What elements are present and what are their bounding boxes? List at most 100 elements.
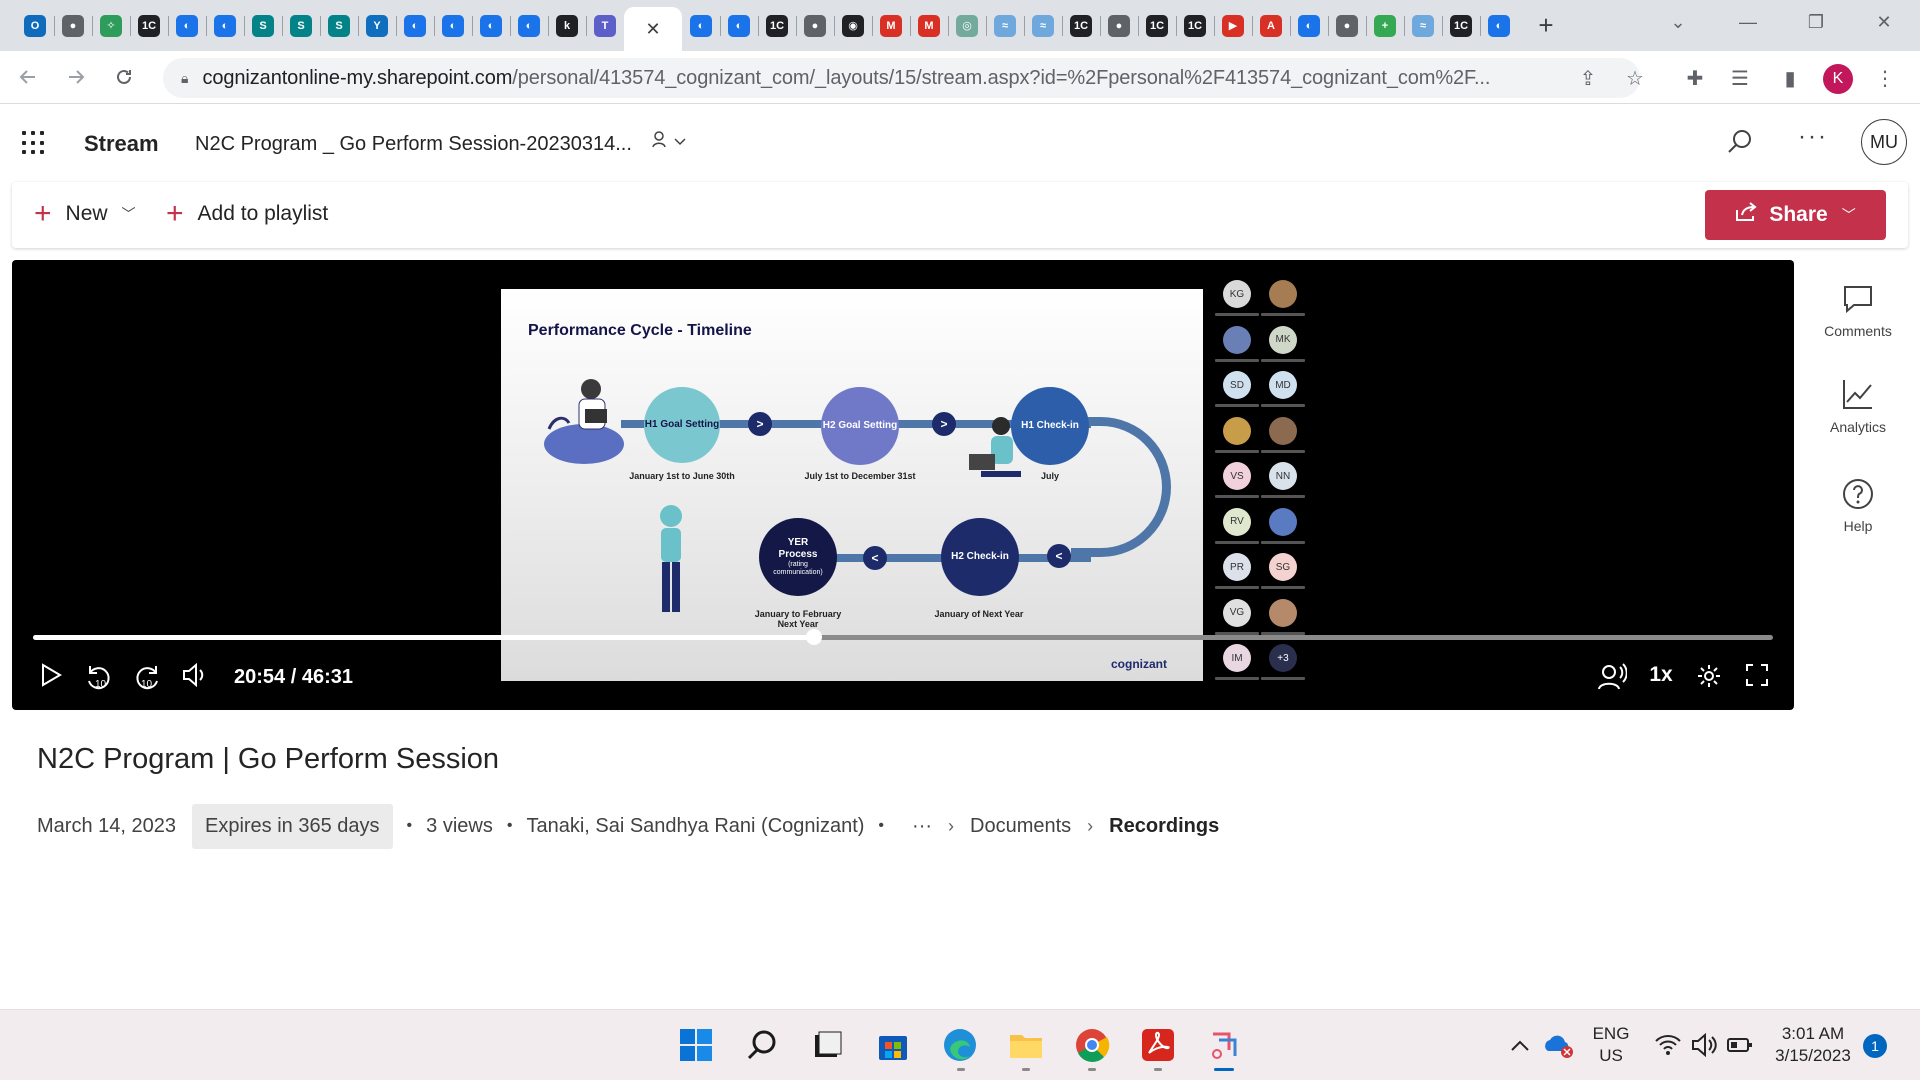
search-icon[interactable] bbox=[1725, 127, 1755, 157]
fullscreen-button[interactable] bbox=[1740, 663, 1774, 687]
transcript-button[interactable] bbox=[1595, 663, 1629, 691]
browser-tab[interactable]: 1C bbox=[130, 0, 168, 51]
clock[interactable]: 3:01 AM 3/15/2023 bbox=[1768, 1023, 1858, 1067]
browser-tab[interactable]: ◐ bbox=[168, 0, 206, 51]
onedrive-status-button[interactable] bbox=[1538, 1024, 1578, 1066]
acrobat-button[interactable] bbox=[1137, 1024, 1179, 1066]
close-window-button[interactable]: ✕ bbox=[1856, 0, 1912, 44]
side-panel-icon[interactable]: ▮ bbox=[1775, 63, 1805, 93]
breadcrumb-documents[interactable]: Documents bbox=[970, 815, 1071, 838]
snipping-tool-button[interactable] bbox=[1203, 1024, 1245, 1066]
add-to-playlist-button[interactable]: + Add to playlist bbox=[166, 199, 328, 229]
back-button[interactable] bbox=[8, 57, 48, 97]
seek-bar[interactable] bbox=[33, 629, 1773, 645]
video-player[interactable]: Performance Cycle - Timeline H1 Goal Set… bbox=[12, 260, 1794, 710]
restore-button[interactable]: ❐ bbox=[1788, 0, 1844, 44]
browser-tab[interactable]: 1C bbox=[758, 0, 796, 51]
browser-tab[interactable]: T bbox=[586, 0, 624, 51]
start-button[interactable] bbox=[675, 1024, 717, 1066]
show-hidden-icons-button[interactable] bbox=[1503, 1024, 1537, 1066]
more-options-icon[interactable]: ··· bbox=[1798, 123, 1828, 151]
owner-name[interactable]: Tanaki, Sai Sandhya Rani (Cognizant) bbox=[526, 815, 864, 838]
settings-button[interactable] bbox=[1692, 663, 1726, 689]
browser-tab[interactable]: ◐ bbox=[1290, 0, 1328, 51]
browser-tab[interactable]: S bbox=[244, 0, 282, 51]
browser-tab[interactable]: ≈ bbox=[1024, 0, 1062, 51]
browser-tab[interactable]: Y bbox=[358, 0, 396, 51]
app-name[interactable]: Stream bbox=[84, 131, 159, 157]
user-avatar[interactable]: MU bbox=[1861, 119, 1907, 165]
new-button[interactable]: + New ﹀ bbox=[34, 199, 136, 229]
share-button[interactable]: Share ﹀ bbox=[1705, 190, 1886, 240]
browser-tab[interactable]: M bbox=[910, 0, 948, 51]
browser-tab[interactable]: 1C bbox=[1062, 0, 1100, 51]
browser-tab[interactable]: ● bbox=[1328, 0, 1366, 51]
wifi-button[interactable] bbox=[1650, 1024, 1686, 1066]
playback-speed-button[interactable]: 1x bbox=[1644, 663, 1678, 687]
browser-tab[interactable]: ◐ bbox=[1480, 0, 1518, 51]
share-page-icon[interactable]: ⇪ bbox=[1573, 63, 1603, 93]
extensions-icon[interactable]: ✚ bbox=[1680, 63, 1710, 93]
skip-back-10-button[interactable]: 10 bbox=[82, 663, 116, 693]
browser-tab[interactable]: ◐ bbox=[396, 0, 434, 51]
forward-button[interactable] bbox=[56, 57, 96, 97]
url-text[interactable]: cognizantonline-my.sharepoint.com/person… bbox=[202, 67, 1582, 90]
browser-tab[interactable]: ◐ bbox=[434, 0, 472, 51]
taskbar-search-button[interactable] bbox=[741, 1024, 783, 1066]
browser-tab[interactable]: ◐ bbox=[682, 0, 720, 51]
app-launcher-icon[interactable] bbox=[22, 131, 46, 155]
sharing-status-icon[interactable] bbox=[651, 129, 691, 156]
battery-button[interactable] bbox=[1722, 1024, 1758, 1066]
media-controls-icon[interactable]: ☰ bbox=[1725, 63, 1755, 93]
browser-tab[interactable]: + bbox=[1366, 0, 1404, 51]
skip-forward-10-button[interactable]: 10 bbox=[130, 663, 164, 693]
browser-tab[interactable]: ◐ bbox=[206, 0, 244, 51]
breadcrumb-more[interactable]: ··· bbox=[912, 815, 932, 838]
browser-tab[interactable]: 1C bbox=[1442, 0, 1480, 51]
active-tab[interactable]: ✕ bbox=[624, 7, 682, 51]
browser-tab[interactable]: S bbox=[282, 0, 320, 51]
expiration-badge[interactable]: Expires in 365 days bbox=[191, 803, 393, 849]
browser-menu-icon[interactable]: ⋮ bbox=[1870, 63, 1900, 93]
browser-tab[interactable]: ● bbox=[1100, 0, 1138, 51]
reload-button[interactable] bbox=[104, 57, 144, 97]
browser-tab[interactable]: ◐ bbox=[720, 0, 758, 51]
analytics-button[interactable]: Analytics bbox=[1811, 377, 1905, 435]
browser-tab[interactable]: ◐ bbox=[472, 0, 510, 51]
new-tab-button[interactable]: + bbox=[1526, 0, 1566, 51]
browser-tab[interactable]: O bbox=[16, 0, 54, 51]
bookmark-star-icon[interactable]: ☆ bbox=[1620, 63, 1650, 93]
volume-button[interactable] bbox=[178, 663, 212, 687]
browser-tab[interactable]: A bbox=[1252, 0, 1290, 51]
browser-tab[interactable]: ▶ bbox=[1214, 0, 1252, 51]
browser-tab[interactable]: ● bbox=[54, 0, 92, 51]
browser-tab[interactable]: ≈ bbox=[986, 0, 1024, 51]
browser-profile-avatar[interactable]: K bbox=[1823, 64, 1853, 94]
browser-tab[interactable]: 1C bbox=[1176, 0, 1214, 51]
browser-tab[interactable]: ≈ bbox=[1404, 0, 1442, 51]
task-view-button[interactable] bbox=[806, 1024, 848, 1066]
edge-button[interactable] bbox=[939, 1024, 981, 1066]
browser-tab[interactable]: ● bbox=[796, 0, 834, 51]
store-button[interactable] bbox=[872, 1024, 914, 1066]
close-tab-icon[interactable]: ✕ bbox=[645, 19, 660, 40]
browser-tab[interactable]: ◉ bbox=[834, 0, 872, 51]
help-button[interactable]: Help bbox=[1811, 478, 1905, 534]
browser-tab[interactable]: k bbox=[548, 0, 586, 51]
address-bar[interactable]: 🔒︎ cognizantonline-my.sharepoint.com/per… bbox=[163, 58, 1640, 98]
browser-tab[interactable]: ✧ bbox=[92, 0, 130, 51]
chrome-button[interactable] bbox=[1071, 1024, 1113, 1066]
language-indicator[interactable]: ENG US bbox=[1588, 1023, 1634, 1067]
browser-tab[interactable]: ◐ bbox=[510, 0, 548, 51]
file-explorer-button[interactable] bbox=[1005, 1024, 1047, 1066]
play-button[interactable] bbox=[36, 663, 66, 687]
browser-tab[interactable]: S bbox=[320, 0, 358, 51]
tab-search-icon[interactable]: ⌄ bbox=[1650, 0, 1706, 44]
notification-badge[interactable]: 1 bbox=[1863, 1034, 1887, 1058]
volume-tray-button[interactable] bbox=[1686, 1024, 1722, 1066]
comments-button[interactable]: Comments bbox=[1811, 283, 1905, 339]
browser-tab[interactable]: 1C bbox=[1138, 0, 1176, 51]
browser-tab[interactable]: ◎ bbox=[948, 0, 986, 51]
breadcrumb-recordings[interactable]: Recordings bbox=[1109, 815, 1219, 838]
minimize-button[interactable]: — bbox=[1720, 0, 1776, 44]
